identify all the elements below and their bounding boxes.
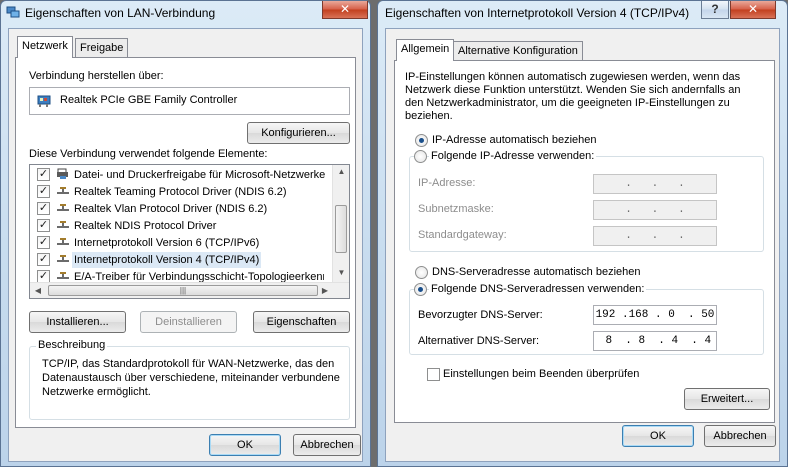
ip-address-group: Folgende IP-Adresse verwenden: IP-Adress… xyxy=(409,150,764,252)
cancel-button[interactable]: Abbrechen xyxy=(293,434,361,456)
component-label: Realtek NDIS Protocol Driver xyxy=(74,220,217,232)
dns-auto-radio[interactable] xyxy=(415,266,428,279)
protocol-icon xyxy=(57,255,69,262)
help-icon: ? xyxy=(711,2,719,16)
install-button[interactable]: Installieren... xyxy=(29,311,126,333)
tab-allgemein[interactable]: Allgemein xyxy=(396,39,455,61)
list-item[interactable]: ✓ Internetprotokoll Version 6 (TCP/IPv6) xyxy=(30,235,330,251)
close-icon: ✕ xyxy=(747,2,759,16)
tab-alternative-konfiguration[interactable]: Alternative Konfiguration xyxy=(453,41,583,61)
help-button[interactable]: ? xyxy=(701,1,729,19)
tab-panel: Verbindung herstellen über: Realtek PCIe… xyxy=(15,57,356,428)
component-label: Datei- und Druckerfreigabe für Microsoft… xyxy=(74,169,326,181)
dns-manual-label[interactable]: Folgende DNS-Serveradressen verwenden: xyxy=(429,283,647,295)
close-button[interactable]: ✕ xyxy=(322,1,368,19)
component-checkbox[interactable]: ✓ xyxy=(37,202,50,215)
dialog-client-area: Allgemein Alternative Konfiguration IP-E… xyxy=(385,28,780,462)
protocol-icon xyxy=(57,238,69,245)
gateway-field: . . . xyxy=(593,226,717,246)
title-bar[interactable]: Eigenschaften von LAN-Verbindung ✕ xyxy=(1,1,370,25)
list-item[interactable]: ✓ Realtek Teaming Protocol Driver (NDIS … xyxy=(30,184,330,200)
component-label: Realtek Vlan Protocol Driver (NDIS 6.2) xyxy=(74,203,268,215)
preferred-dns-label: Bevorzugter DNS-Server: xyxy=(418,309,543,321)
protocol-icon xyxy=(57,272,69,279)
description-label: Beschreibung xyxy=(36,339,108,351)
ip-address-field: . . . xyxy=(593,174,717,194)
scroll-thumb[interactable] xyxy=(335,205,347,253)
alternate-dns-field[interactable]: 8 . 8 . 4 . 4 xyxy=(593,331,717,351)
dns-manual-radio[interactable] xyxy=(414,283,427,296)
component-checkbox[interactable]: ✓ xyxy=(37,185,50,198)
lan-properties-dialog: Eigenschaften von LAN-Verbindung ✕ Netzw… xyxy=(0,0,371,467)
adapter-box: Realtek PCIe GBE Family Controller xyxy=(29,87,350,115)
alternate-dns-label: Alternativer DNS-Server: xyxy=(418,335,540,347)
gateway-label: Standardgateway: xyxy=(418,229,507,241)
subnet-field: . . . xyxy=(593,200,717,220)
scroll-up-icon[interactable]: ▲ xyxy=(333,167,349,176)
dns-group: Folgende DNS-Serveradressen verwenden: B… xyxy=(409,283,764,355)
component-checkbox[interactable]: ✓ xyxy=(37,236,50,249)
protocol-icon xyxy=(57,204,69,211)
protocol-icon xyxy=(57,221,69,228)
subnet-label: Subnetzmaske: xyxy=(418,203,494,215)
title-bar[interactable]: Eigenschaften von Internetprotokoll Vers… xyxy=(378,1,787,25)
close-icon: ✕ xyxy=(339,2,351,16)
protocol-icon xyxy=(57,187,69,194)
scroll-thumb[interactable]: ||| xyxy=(48,285,318,296)
cancel-button[interactable]: Abbrechen xyxy=(704,425,776,447)
dialog-client-area: Netzwerk Freigabe Verbindung herstellen … xyxy=(8,28,363,462)
ip-auto-label[interactable]: IP-Adresse automatisch beziehen xyxy=(432,134,596,146)
list-item[interactable]: ✓ Realtek NDIS Protocol Driver xyxy=(30,218,330,234)
ip-auto-radio[interactable] xyxy=(415,134,428,147)
list-item[interactable]: ✓ Datei- und Druckerfreigabe für Microso… xyxy=(30,167,330,183)
dns-auto-label[interactable]: DNS-Serveradresse automatisch beziehen xyxy=(432,266,641,278)
uninstall-button: Deinstallieren xyxy=(140,311,237,333)
network-adapter-icon xyxy=(37,95,51,107)
advanced-button[interactable]: Erweitert... xyxy=(684,388,770,410)
list-item[interactable]: ✓ Internetprotokoll Version 4 (TCP/IPv4) xyxy=(30,252,330,268)
scroll-right-icon[interactable]: ▶ xyxy=(320,286,330,295)
connect-using-label: Verbindung herstellen über: xyxy=(29,70,164,82)
ip-address-label: IP-Adresse: xyxy=(418,177,476,189)
component-label: Internetprotokoll Version 6 (TCP/IPv6) xyxy=(74,237,260,249)
preferred-dns-field[interactable]: 192 .168 . 0 . 50 xyxy=(593,305,717,325)
ok-button[interactable]: OK xyxy=(209,434,281,456)
window-title: Eigenschaften von Internetprotokoll Vers… xyxy=(385,6,690,20)
tab-freigabe[interactable]: Freigabe xyxy=(75,38,129,58)
tab-panel: IP-Einstellungen können automatisch zuge… xyxy=(394,60,775,423)
window-title: Eigenschaften von LAN-Verbindung xyxy=(25,6,216,20)
list-item[interactable]: ✓ Realtek Vlan Protocol Driver (NDIS 6.2… xyxy=(30,201,330,217)
scroll-down-icon[interactable]: ▼ xyxy=(333,268,349,277)
network-connection-icon xyxy=(6,6,20,18)
validate-checkbox[interactable] xyxy=(427,368,440,381)
component-checkbox[interactable]: ✓ xyxy=(37,253,50,266)
validate-label[interactable]: Einstellungen beim Beenden überprüfen xyxy=(443,368,639,380)
configure-button[interactable]: Konfigurieren... xyxy=(247,122,350,144)
component-checkbox[interactable]: ✓ xyxy=(37,219,50,232)
horizontal-scrollbar[interactable]: ◀ ||| ▶ xyxy=(30,282,349,298)
components-list[interactable]: ✓ Datei- und Druckerfreigabe für Microso… xyxy=(29,164,350,299)
vertical-scrollbar[interactable]: ▲ ▼ xyxy=(332,165,349,282)
tab-netzwerk[interactable]: Netzwerk xyxy=(17,36,73,58)
components-label: Diese Verbindung verwendet folgende Elem… xyxy=(29,148,268,160)
ip-manual-label[interactable]: Folgende IP-Adresse verwenden: xyxy=(429,150,597,162)
component-label-selected: Internetprotokoll Version 4 (TCP/IPv4) xyxy=(72,252,262,268)
ipv4-properties-dialog: Eigenschaften von Internetprotokoll Vers… xyxy=(377,0,788,467)
description-group: Beschreibung TCP/IP, das Standardprotoko… xyxy=(29,339,350,420)
component-checkbox[interactable]: ✓ xyxy=(37,168,50,181)
ok-button[interactable]: OK xyxy=(622,425,694,447)
properties-button[interactable]: Eigenschaften xyxy=(253,311,350,333)
adapter-name: Realtek PCIe GBE Family Controller xyxy=(60,94,238,106)
printer-share-icon xyxy=(57,168,68,179)
close-button[interactable]: ✕ xyxy=(730,1,776,19)
component-label: Realtek Teaming Protocol Driver (NDIS 6.… xyxy=(74,186,287,198)
ip-manual-radio[interactable] xyxy=(414,150,427,163)
scroll-left-icon[interactable]: ◀ xyxy=(33,286,43,295)
intro-text: IP-Einstellungen können automatisch zuge… xyxy=(405,71,741,122)
description-text: TCP/IP, das Standardprotokoll für WAN-Ne… xyxy=(42,358,340,398)
